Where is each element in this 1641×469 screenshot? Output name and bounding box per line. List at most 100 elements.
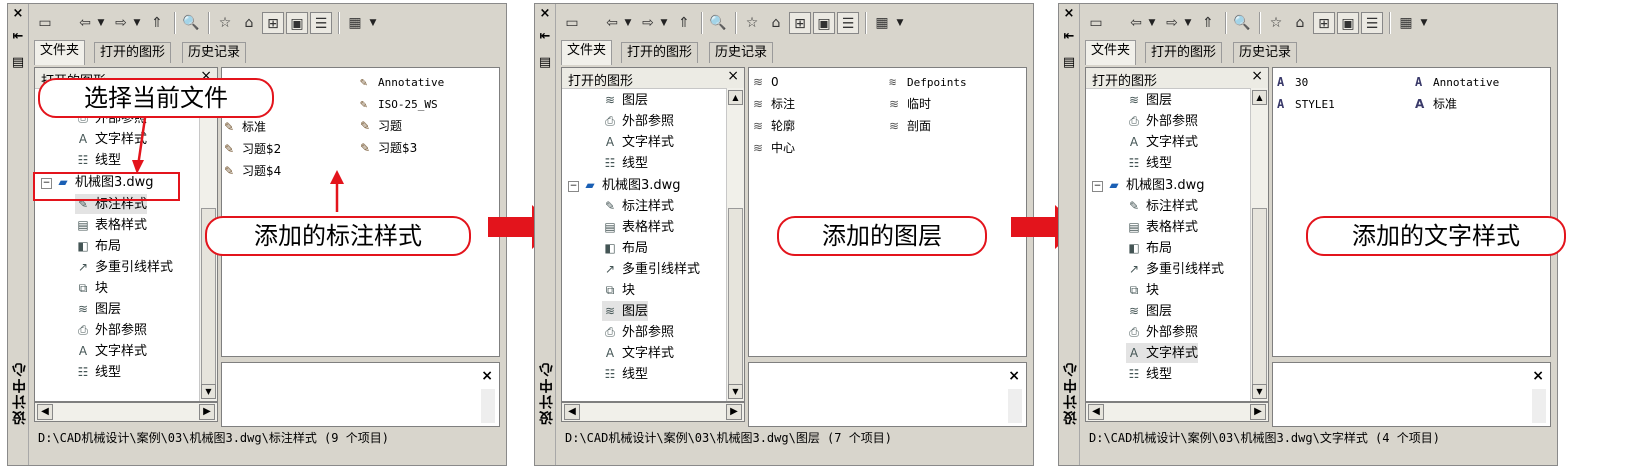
tree-item[interactable]: A 文字样式 (602, 132, 674, 152)
tree-item-drawing[interactable]: ▰ 机械图3.dwg (582, 175, 680, 195)
tab-history[interactable]: 历史记录 (182, 42, 247, 63)
search-icon[interactable]: 🔍 (1231, 12, 1253, 34)
views-dropdown-icon[interactable]: ▼ (368, 12, 378, 34)
tree-item[interactable]: ▤ 表格样式 (75, 215, 147, 235)
content-item[interactable]: A Annotative (1415, 72, 1499, 92)
content-item[interactable]: ✎ 习题$3 (360, 138, 417, 158)
tab-history[interactable]: 历史记录 (1233, 42, 1298, 63)
tree-item[interactable]: ☷ 线型 (75, 150, 121, 170)
content-item[interactable]: ≋ Defpoints (889, 72, 967, 92)
tree-item[interactable]: A 文字样式 (75, 341, 147, 361)
tree-item[interactable]: ⎙ 外部参照 (602, 111, 674, 131)
favorites-icon[interactable]: ☆ (214, 12, 236, 34)
search-icon[interactable]: 🔍 (180, 12, 202, 34)
tab-history[interactable]: 历史记录 (709, 42, 774, 63)
search-icon[interactable]: 🔍 (707, 12, 729, 34)
forward-dropdown-icon[interactable]: ▼ (659, 12, 669, 34)
tree-item[interactable]: ☷ 线型 (1126, 364, 1172, 384)
forward-icon[interactable]: ⇨ (110, 12, 132, 34)
tree-item[interactable]: ◧ 布局 (1126, 238, 1172, 258)
content-item[interactable]: ≋ 0 (753, 72, 779, 92)
content-item[interactable]: ≋ 临时 (889, 94, 931, 114)
content-item[interactable]: ✎ 标准 (224, 117, 266, 137)
favorites-icon[interactable]: ☆ (1265, 12, 1287, 34)
open-folder-icon[interactable]: ▭ (561, 12, 583, 34)
up-icon[interactable]: ⇑ (673, 12, 695, 34)
forward-icon[interactable]: ⇨ (637, 12, 659, 34)
content-item[interactable]: ✎ 习题 (360, 116, 402, 136)
forward-dropdown-icon[interactable]: ▼ (132, 12, 142, 34)
close-icon[interactable]: × (1251, 68, 1263, 84)
tree-item[interactable]: ≋ 图层 (602, 90, 648, 110)
tree-item[interactable]: ≋ 图层 (1126, 301, 1172, 321)
home-icon[interactable]: ⌂ (765, 12, 787, 34)
tree-vertical-scrollbar[interactable]: ▲ ▼ (726, 88, 744, 401)
tree-item[interactable]: ⎙ 外部参照 (1126, 111, 1198, 131)
scroll-right-icon[interactable]: ▶ (1250, 404, 1266, 420)
tree-item[interactable]: ⎙ 外部参照 (75, 320, 147, 340)
views-icon[interactable]: ▦ (1395, 12, 1417, 34)
scroll-right-icon[interactable]: ▶ (726, 404, 742, 420)
back-dropdown-icon[interactable]: ▼ (96, 12, 106, 34)
content-item[interactable]: ≋ 标注 (753, 94, 795, 114)
properties-icon[interactable]: ▤ (538, 56, 552, 70)
scroll-down-icon[interactable]: ▼ (1252, 384, 1267, 399)
views-icon[interactable]: ▦ (871, 12, 893, 34)
tree-item[interactable]: ↗ 多重引线样式 (75, 257, 173, 277)
tree-vertical-scrollbar[interactable]: ▲ ▼ (1250, 88, 1268, 401)
close-icon[interactable]: × (727, 68, 739, 84)
back-dropdown-icon[interactable]: ▼ (623, 12, 633, 34)
close-icon[interactable]: × (481, 368, 493, 384)
content-item[interactable]: ≋ 中心 (753, 138, 795, 158)
tab-folders[interactable]: 文件夹 (561, 40, 613, 65)
properties-icon[interactable]: ▤ (11, 56, 25, 70)
tree-item-selected[interactable]: A 文字样式 (1126, 343, 1199, 363)
tree-item[interactable]: A 文字样式 (602, 343, 674, 363)
tree-item-selected[interactable]: ≋ 图层 (602, 301, 649, 321)
content-item[interactable]: ✎ 习题$2 (224, 139, 281, 159)
home-icon[interactable]: ⌂ (1289, 12, 1311, 34)
tab-folders[interactable]: 文件夹 (1085, 40, 1137, 65)
open-folder-icon[interactable]: ▭ (1085, 12, 1107, 34)
close-icon[interactable]: × (11, 7, 25, 21)
tree-toggle-icon[interactable]: ⊞ (1313, 12, 1335, 34)
scroll-thumb[interactable] (728, 208, 743, 388)
tree-item[interactable]: ◧ 布局 (602, 238, 648, 258)
preview-scrollbar[interactable] (481, 389, 495, 423)
tree-item[interactable]: ✎ 标注样式 (602, 196, 674, 216)
scroll-up-icon[interactable]: ▲ (728, 90, 743, 105)
views-dropdown-icon[interactable]: ▼ (1419, 12, 1429, 34)
tree-item[interactable]: ⎙ 外部参照 (602, 322, 674, 342)
scroll-left-icon[interactable]: ◀ (37, 404, 53, 420)
tree-item[interactable]: ⎙ 外部参照 (1126, 322, 1198, 342)
preview-scrollbar[interactable] (1008, 389, 1022, 423)
home-icon[interactable]: ⌂ (238, 12, 260, 34)
scroll-left-icon[interactable]: ◀ (564, 404, 580, 420)
content-item[interactable]: ✎ ISO-25_WS (360, 94, 438, 114)
back-icon[interactable]: ⇦ (74, 12, 96, 34)
tab-open-drawings[interactable]: 打开的图形 (94, 42, 172, 63)
favorites-icon[interactable]: ☆ (741, 12, 763, 34)
open-folder-icon[interactable]: ▭ (34, 12, 56, 34)
content-item[interactable]: ✎ 习题$4 (224, 161, 281, 181)
tree-item[interactable]: A 文字样式 (75, 129, 147, 149)
back-icon[interactable]: ⇦ (601, 12, 623, 34)
tree-item[interactable]: ☷ 线型 (602, 153, 648, 173)
views-icon[interactable]: ▦ (344, 12, 366, 34)
up-icon[interactable]: ⇑ (1197, 12, 1219, 34)
tab-open-drawings[interactable]: 打开的图形 (1145, 42, 1223, 63)
scroll-down-icon[interactable]: ▼ (728, 384, 743, 399)
description-icon[interactable]: ☰ (837, 12, 859, 34)
tree-item-drawing[interactable]: ▰ 机械图3.dwg (1106, 175, 1204, 195)
tab-folders[interactable]: 文件夹 (34, 40, 86, 65)
close-icon[interactable]: × (1008, 368, 1020, 384)
scroll-left-icon[interactable]: ◀ (1088, 404, 1104, 420)
tree-item[interactable]: ≋ 图层 (75, 299, 121, 319)
collapse-icon[interactable]: − (1092, 181, 1103, 192)
preview-icon[interactable]: ▣ (286, 12, 308, 34)
close-icon[interactable]: × (1532, 368, 1544, 384)
tree-item[interactable]: ≋ 图层 (1126, 90, 1172, 110)
tree-item[interactable]: ▤ 表格样式 (602, 217, 674, 237)
content-item[interactable]: ✎ Annotative (360, 72, 444, 92)
description-icon[interactable]: ☰ (310, 12, 332, 34)
